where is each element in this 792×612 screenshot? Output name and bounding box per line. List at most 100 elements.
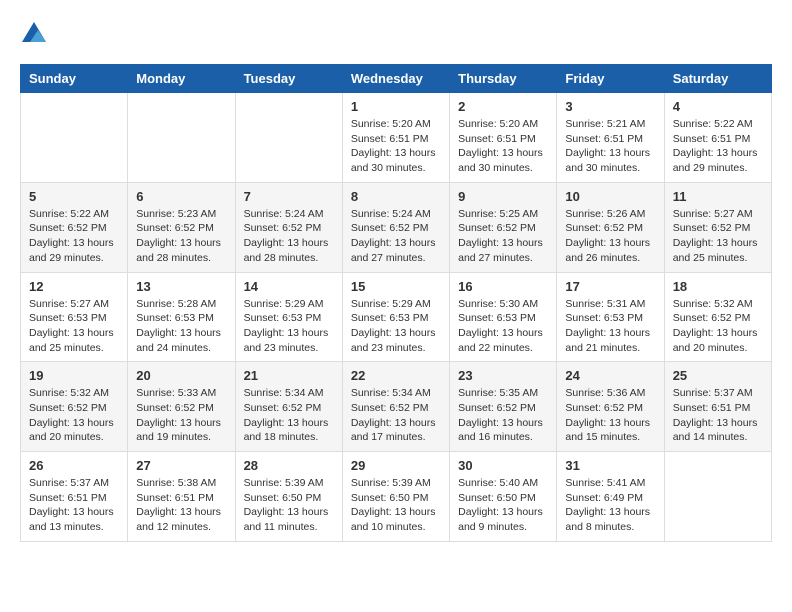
- calendar-cell: [21, 93, 128, 183]
- calendar-cell: 8 Sunrise: 5:24 AM Sunset: 6:52 PM Daylig…: [342, 182, 449, 272]
- day-number: 5: [29, 189, 119, 204]
- calendar-cell: 31 Sunrise: 5:41 AM Sunset: 6:49 PM Dayli…: [557, 452, 664, 542]
- calendar-cell: 5 Sunrise: 5:22 AM Sunset: 6:52 PM Daylig…: [21, 182, 128, 272]
- day-info: Sunrise: 5:20 AM Sunset: 6:51 PM Dayligh…: [458, 117, 548, 176]
- calendar-cell: [664, 452, 771, 542]
- calendar-cell: 23Sunrise: 5:35 AM Sunset: 6:52 PM Dayli…: [450, 362, 557, 452]
- calendar-cell: 14 Sunrise: 5:29 AM Sunset: 6:53 PM Dayli…: [235, 272, 342, 362]
- calendar-table: SundayMondayTuesdayWednesdayThursdayFrid…: [20, 64, 772, 542]
- day-info: Sunrise: 5:24 AM Sunset: 6:52 PM Dayligh…: [244, 207, 334, 266]
- calendar-cell: [128, 93, 235, 183]
- day-number: 20: [136, 368, 226, 383]
- day-number: 30: [458, 458, 548, 473]
- day-number: 19: [29, 368, 119, 383]
- day-info: Sunrise: 5:28 AM Sunset: 6:53 PM Dayligh…: [136, 297, 226, 356]
- day-info: Sunrise: 5:31 AM Sunset: 6:53 PM Dayligh…: [565, 297, 655, 356]
- day-number: 17: [565, 279, 655, 294]
- calendar-cell: 18 Sunrise: 5:32 AM Sunset: 6:52 PM Dayli…: [664, 272, 771, 362]
- day-info: Sunrise: 5:29 AM Sunset: 6:53 PM Dayligh…: [244, 297, 334, 356]
- day-info: Sunrise: 5:26 AM Sunset: 6:52 PM Dayligh…: [565, 207, 655, 266]
- logo: [20, 20, 52, 48]
- day-info: Sunrise: 5:39 AM Sunset: 6:50 PM Dayligh…: [244, 476, 334, 535]
- calendar-cell: 15Sunrise: 5:29 AM Sunset: 6:53 PM Dayli…: [342, 272, 449, 362]
- day-number: 8: [351, 189, 441, 204]
- day-info: Sunrise: 5:37 AM Sunset: 6:51 PM Dayligh…: [29, 476, 119, 535]
- day-number: 3: [565, 99, 655, 114]
- calendar-cell: 9Sunrise: 5:25 AM Sunset: 6:52 PM Daylig…: [450, 182, 557, 272]
- day-number: 11: [673, 189, 763, 204]
- calendar-cell: 13 Sunrise: 5:28 AM Sunset: 6:53 PM Dayli…: [128, 272, 235, 362]
- day-number: 9: [458, 189, 548, 204]
- calendar-cell: 10Sunrise: 5:26 AM Sunset: 6:52 PM Dayli…: [557, 182, 664, 272]
- calendar-week-row: 12 Sunrise: 5:27 AM Sunset: 6:53 PM Dayli…: [21, 272, 772, 362]
- calendar-cell: 19 Sunrise: 5:32 AM Sunset: 6:52 PM Dayli…: [21, 362, 128, 452]
- day-number: 14: [244, 279, 334, 294]
- calendar-week-row: 26 Sunrise: 5:37 AM Sunset: 6:51 PM Dayli…: [21, 452, 772, 542]
- day-info: Sunrise: 5:37 AM Sunset: 6:51 PM Dayligh…: [673, 386, 763, 445]
- day-info: Sunrise: 5:32 AM Sunset: 6:52 PM Dayligh…: [673, 297, 763, 356]
- day-number: 16: [458, 279, 548, 294]
- calendar-cell: 6 Sunrise: 5:23 AM Sunset: 6:52 PM Daylig…: [128, 182, 235, 272]
- day-info: Sunrise: 5:39 AM Sunset: 6:50 PM Dayligh…: [351, 476, 441, 535]
- day-info: Sunrise: 5:32 AM Sunset: 6:52 PM Dayligh…: [29, 386, 119, 445]
- calendar-cell: 30 Sunrise: 5:40 AM Sunset: 6:50 PM Dayli…: [450, 452, 557, 542]
- day-info: Sunrise: 5:36 AM Sunset: 6:52 PM Dayligh…: [565, 386, 655, 445]
- calendar-week-row: 1 Sunrise: 5:20 AM Sunset: 6:51 PM Daylig…: [21, 93, 772, 183]
- calendar-cell: 1 Sunrise: 5:20 AM Sunset: 6:51 PM Daylig…: [342, 93, 449, 183]
- day-info: Sunrise: 5:21 AM Sunset: 6:51 PM Dayligh…: [565, 117, 655, 176]
- calendar-cell: 2 Sunrise: 5:20 AM Sunset: 6:51 PM Daylig…: [450, 93, 557, 183]
- day-number: 28: [244, 458, 334, 473]
- calendar-cell: 25 Sunrise: 5:37 AM Sunset: 6:51 PM Dayli…: [664, 362, 771, 452]
- day-info: Sunrise: 5:27 AM Sunset: 6:53 PM Dayligh…: [29, 297, 119, 356]
- day-number: 31: [565, 458, 655, 473]
- day-number: 15: [351, 279, 441, 294]
- day-info: Sunrise: 5:30 AM Sunset: 6:53 PM Dayligh…: [458, 297, 548, 356]
- day-number: 22: [351, 368, 441, 383]
- day-info: Sunrise: 5:22 AM Sunset: 6:52 PM Dayligh…: [29, 207, 119, 266]
- day-info: Sunrise: 5:27 AM Sunset: 6:52 PM Dayligh…: [673, 207, 763, 266]
- logo-icon: [20, 20, 48, 48]
- calendar-header-tuesday: Tuesday: [235, 65, 342, 93]
- calendar-cell: 21Sunrise: 5:34 AM Sunset: 6:52 PM Dayli…: [235, 362, 342, 452]
- calendar-cell: 27 Sunrise: 5:38 AM Sunset: 6:51 PM Dayli…: [128, 452, 235, 542]
- day-number: 7: [244, 189, 334, 204]
- day-number: 1: [351, 99, 441, 114]
- calendar-header-thursday: Thursday: [450, 65, 557, 93]
- day-number: 18: [673, 279, 763, 294]
- day-number: 13: [136, 279, 226, 294]
- calendar-cell: 12 Sunrise: 5:27 AM Sunset: 6:53 PM Dayli…: [21, 272, 128, 362]
- page-header: [20, 20, 772, 48]
- calendar-week-row: 19 Sunrise: 5:32 AM Sunset: 6:52 PM Dayli…: [21, 362, 772, 452]
- day-info: Sunrise: 5:40 AM Sunset: 6:50 PM Dayligh…: [458, 476, 548, 535]
- day-info: Sunrise: 5:34 AM Sunset: 6:52 PM Dayligh…: [351, 386, 441, 445]
- day-info: Sunrise: 5:33 AM Sunset: 6:52 PM Dayligh…: [136, 386, 226, 445]
- day-number: 25: [673, 368, 763, 383]
- calendar-cell: 29 Sunrise: 5:39 AM Sunset: 6:50 PM Dayli…: [342, 452, 449, 542]
- calendar-header-wednesday: Wednesday: [342, 65, 449, 93]
- day-info: Sunrise: 5:23 AM Sunset: 6:52 PM Dayligh…: [136, 207, 226, 266]
- calendar-header-saturday: Saturday: [664, 65, 771, 93]
- calendar-cell: 20 Sunrise: 5:33 AM Sunset: 6:52 PM Dayli…: [128, 362, 235, 452]
- day-number: 27: [136, 458, 226, 473]
- calendar-cell: 17 Sunrise: 5:31 AM Sunset: 6:53 PM Dayli…: [557, 272, 664, 362]
- calendar-cell: 22 Sunrise: 5:34 AM Sunset: 6:52 PM Dayli…: [342, 362, 449, 452]
- day-number: 6: [136, 189, 226, 204]
- day-number: 2: [458, 99, 548, 114]
- calendar-cell: [235, 93, 342, 183]
- day-number: 4: [673, 99, 763, 114]
- calendar-cell: 28 Sunrise: 5:39 AM Sunset: 6:50 PM Dayli…: [235, 452, 342, 542]
- day-number: 29: [351, 458, 441, 473]
- calendar-cell: 7 Sunrise: 5:24 AM Sunset: 6:52 PM Daylig…: [235, 182, 342, 272]
- day-info: Sunrise: 5:24 AM Sunset: 6:52 PM Dayligh…: [351, 207, 441, 266]
- calendar-cell: 4Sunrise: 5:22 AM Sunset: 6:51 PM Daylig…: [664, 93, 771, 183]
- calendar-week-row: 5 Sunrise: 5:22 AM Sunset: 6:52 PM Daylig…: [21, 182, 772, 272]
- calendar-cell: 11 Sunrise: 5:27 AM Sunset: 6:52 PM Dayli…: [664, 182, 771, 272]
- day-number: 24: [565, 368, 655, 383]
- day-info: Sunrise: 5:20 AM Sunset: 6:51 PM Dayligh…: [351, 117, 441, 176]
- calendar-header-monday: Monday: [128, 65, 235, 93]
- day-number: 12: [29, 279, 119, 294]
- day-number: 23: [458, 368, 548, 383]
- day-info: Sunrise: 5:38 AM Sunset: 6:51 PM Dayligh…: [136, 476, 226, 535]
- day-number: 26: [29, 458, 119, 473]
- day-info: Sunrise: 5:41 AM Sunset: 6:49 PM Dayligh…: [565, 476, 655, 535]
